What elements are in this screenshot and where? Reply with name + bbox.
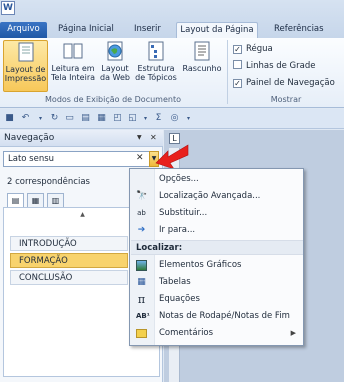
tab-arquivo[interactable]: Arquivo	[0, 22, 47, 38]
menu-item-graphics[interactable]: Elementos Gráficos	[130, 257, 303, 274]
zoom-dropdown-icon[interactable]: ▾	[140, 113, 151, 124]
menu-item-replace[interactable]: ab Substituir...	[130, 205, 303, 222]
outline-button[interactable]: Estrutura de Tópicos	[134, 40, 178, 92]
tab-referencias[interactable]: Referências	[274, 22, 324, 38]
menu-item-advanced-find[interactable]: 🔭 Localização Avançada...	[130, 188, 303, 205]
menu-section-find: Localizar:	[131, 240, 303, 255]
pages-view-icon: ▦	[31, 196, 40, 205]
equations-icon: π	[137, 293, 146, 306]
options-icon	[136, 174, 147, 185]
clear-search-icon[interactable]: ✕	[136, 153, 144, 163]
ribbon: Layout de Impressão Leitura em Tela Inte…	[0, 38, 344, 108]
full-screen-reading-icon	[63, 43, 83, 59]
headings-view-icon: ▤	[11, 196, 20, 205]
menu-item-goto[interactable]: ➔ Ir para...	[130, 222, 303, 239]
goto-icon: ➔	[137, 225, 146, 235]
quick-access-toolbar: ■ ↶ ▾ ↻ ▭ ▤ ▦ ◰ ◱ ▾ Σ ◎ ▾	[0, 109, 344, 129]
outline-icon	[148, 41, 164, 61]
heading-item-introducao[interactable]: INTRODUÇÃO	[10, 236, 128, 251]
print-layout-button[interactable]: Layout de Impressão	[3, 40, 48, 92]
new-document-icon[interactable]: ▭	[64, 113, 75, 124]
menu-item-footnotes[interactable]: AB¹ Notas de Rodapé/Notas de Fim	[130, 308, 303, 325]
search-document-input[interactable]: Lato sensu ✕ ▼	[3, 151, 159, 167]
tables-icon: ▦	[137, 277, 146, 287]
red-pointer-arrow-icon	[155, 144, 189, 170]
draft-button[interactable]: Rascunho	[180, 40, 224, 92]
graphics-icon	[136, 260, 147, 271]
word-logo-icon: W	[1, 1, 15, 15]
tab-browse-results[interactable]: ▥	[47, 193, 64, 208]
replace-icon: ab	[137, 209, 146, 217]
submenu-arrow-icon: ▶	[290, 329, 296, 337]
save-icon[interactable]: ■	[4, 113, 15, 124]
web-layout-button[interactable]: Layout da Web	[98, 40, 132, 92]
customize-toolbar-icon[interactable]: ▾	[183, 113, 194, 124]
print-icon[interactable]: ▤	[80, 113, 91, 124]
ribbon-tab-bar: W Arquivo Página Inicial Inserir Layout …	[0, 0, 344, 38]
comments-icon	[136, 329, 147, 338]
checkbox-unchecked-icon	[233, 60, 242, 69]
full-screen-reading-button[interactable]: Leitura em Tela Inteira	[50, 40, 96, 92]
undo-dropdown-icon[interactable]: ▾	[35, 113, 46, 124]
menu-item-tables[interactable]: ▦ Tabelas	[130, 274, 303, 291]
menu-item-options[interactable]: Opções...	[130, 171, 303, 188]
navigation-pane-title: Navegação	[4, 133, 55, 143]
menu-item-comments[interactable]: Comentários ▶	[130, 325, 303, 342]
pane-options-icon[interactable]: ▼	[137, 134, 142, 141]
match-count: 2 correspondências	[7, 177, 90, 187]
tab-pagina-inicial[interactable]: Página Inicial	[58, 22, 114, 38]
ruler-checkbox[interactable]: ✓ Régua	[233, 43, 273, 55]
footnotes-icon: AB¹	[136, 312, 150, 320]
advanced-find-icon: 🔭	[136, 191, 148, 201]
tab-browse-pages[interactable]: ▦	[27, 193, 44, 208]
navigation-pane-header: Navegação ▼ ✕	[0, 130, 163, 147]
sum-icon[interactable]: Σ	[153, 113, 164, 124]
search-input-value: Lato sensu	[8, 154, 55, 164]
navigation-pane-checkbox[interactable]: ✓ Painel de Navegação	[233, 77, 335, 89]
print-preview-icon[interactable]: ◰	[112, 113, 123, 124]
spelling-icon[interactable]: ◎	[169, 113, 180, 124]
results-view-icon: ▥	[51, 196, 60, 205]
heading-item-formacao[interactable]: FORMAÇÃO	[10, 253, 128, 268]
undo-icon[interactable]: ↶	[20, 113, 31, 124]
group-separator	[227, 40, 228, 104]
tab-inserir[interactable]: Inserir	[134, 22, 161, 38]
web-layout-icon	[107, 41, 123, 61]
tab-layout-da-pagina[interactable]: Layout da Página	[176, 22, 258, 38]
print-layout-icon	[18, 42, 33, 62]
heading-item-conclusao[interactable]: CONCLUSÃO	[10, 270, 128, 285]
draft-icon	[194, 41, 210, 61]
table-icon[interactable]: ▦	[96, 113, 107, 124]
redo-icon[interactable]: ↻	[49, 113, 60, 124]
checkbox-checked-icon: ✓	[233, 79, 242, 88]
menu-item-equations[interactable]: π Equações	[130, 291, 303, 308]
gridlines-checkbox[interactable]: Linhas de Grade	[233, 60, 315, 72]
group-label-show: Mostrar	[270, 95, 302, 104]
tab-browse-headings[interactable]: ▤	[7, 193, 24, 208]
checkbox-checked-icon: ✓	[233, 45, 242, 54]
group-label-document-views: Modos de Exibição de Documento	[45, 95, 181, 104]
zoom-icon[interactable]: ◱	[127, 113, 138, 124]
search-options-menu: Opções... 🔭 Localização Avançada... ab S…	[129, 168, 304, 346]
